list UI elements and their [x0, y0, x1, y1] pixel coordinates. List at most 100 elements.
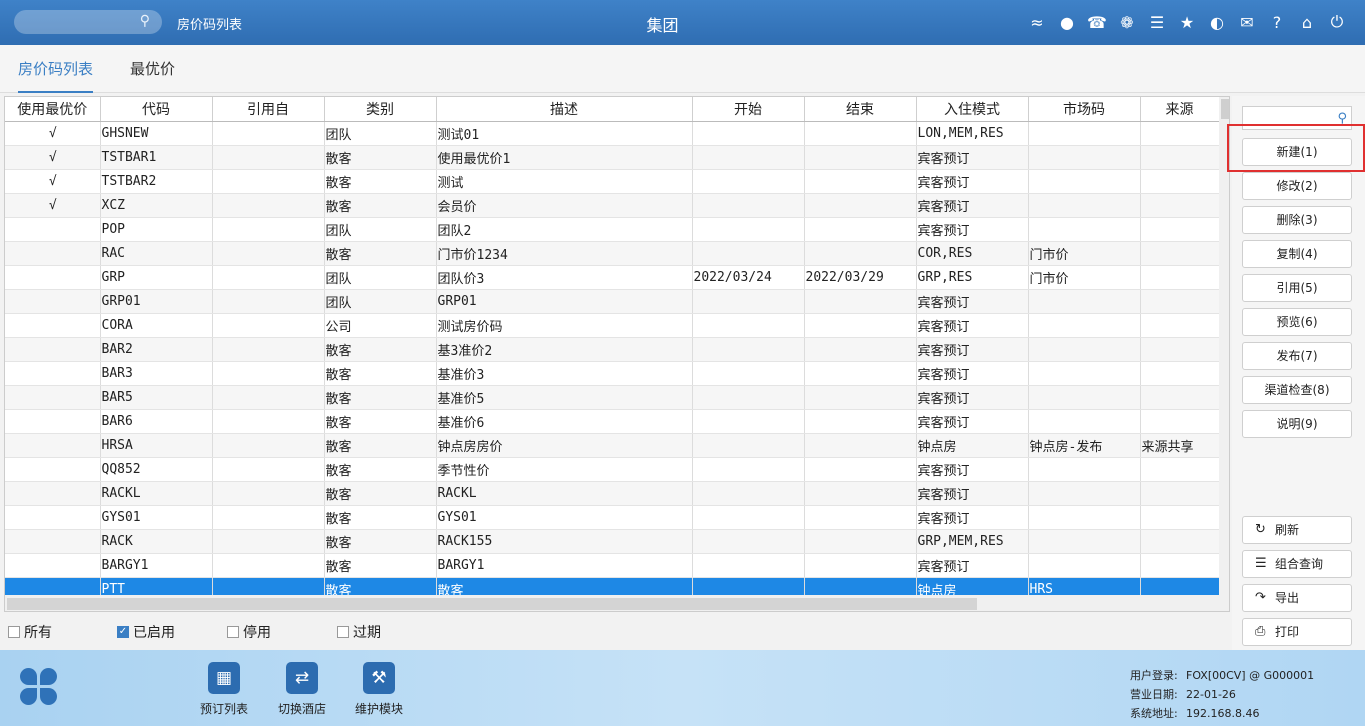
column-header[interactable]: 类别 — [324, 97, 437, 122]
table-row[interactable]: RAC 散客 门市价1234 COR,RES 门市价 — [5, 241, 1220, 266]
table-cell — [5, 529, 101, 554]
table-row[interactable]: GRP 团队 团队价3 2022/03/24 2022/03/29 GRP,RES 门市价 — [5, 265, 1220, 290]
table-cell — [1028, 337, 1141, 362]
column-header[interactable]: 代码 — [100, 97, 213, 122]
column-header[interactable]: 开始 — [692, 97, 805, 122]
phone-icon[interactable]: ☎ — [1087, 11, 1107, 33]
horizontal-scroll-thumb[interactable] — [7, 598, 977, 610]
table-cell — [804, 409, 917, 434]
power-icon[interactable]: ⏻ — [1327, 11, 1347, 33]
tab-rate-code-list[interactable]: 房价码列表 — [18, 45, 94, 93]
table-cell — [212, 409, 325, 434]
table-cell: 散客 — [324, 481, 437, 506]
table-cell: 基准价5 — [436, 385, 693, 410]
table-row[interactable]: HRSA 散客 钟点房房价 钟点房 钟点房-发布 来源共享 — [5, 433, 1220, 458]
chat-icon[interactable]: ● — [1057, 11, 1077, 33]
table-row[interactable]: √ TSTBAR1 散客 使用最优价1 宾客预订 — [5, 145, 1220, 170]
table-cell — [804, 553, 917, 578]
refresh-button[interactable]: ↻ 刷新 — [1242, 516, 1352, 544]
table-cell: RACKL — [100, 481, 213, 506]
publish-button[interactable]: 发布(7) — [1242, 342, 1352, 370]
table-cell: 宾客预订 — [916, 313, 1029, 338]
table-cell: GRP01 — [436, 289, 693, 314]
checkbox[interactable] — [227, 626, 239, 638]
table-cell: BAR5 — [100, 385, 213, 410]
checkbox[interactable] — [8, 626, 20, 638]
table-cell: 宾客预订 — [916, 481, 1029, 506]
table-cell — [212, 385, 325, 410]
reference-button[interactable]: 引用(5) — [1242, 274, 1352, 302]
table-cell: 会员价 — [436, 193, 693, 218]
table-cell: 宾客预订 — [916, 409, 1029, 434]
table-row[interactable]: √ GHSNEW 团队 测试01 LON,MEM,RES — [5, 121, 1220, 146]
column-header[interactable]: 描述 — [436, 97, 693, 122]
home-icon[interactable]: ⌂ — [1297, 11, 1317, 33]
combined-query-button[interactable]: ☰ 组合查询 — [1242, 550, 1352, 578]
explain-button[interactable]: 说明(9) — [1242, 410, 1352, 438]
table-cell: RACK155 — [436, 529, 693, 554]
table-cell: TSTBAR2 — [100, 169, 213, 194]
channel-check-button[interactable]: 渠道检查(8) — [1242, 376, 1352, 404]
table-row[interactable]: √ TSTBAR2 散客 测试 宾客预订 — [5, 169, 1220, 194]
table-cell — [212, 481, 325, 506]
table-cell: 基3准价2 — [436, 337, 693, 362]
table-row[interactable]: √ XCZ 散客 会员价 宾客预订 — [5, 193, 1220, 218]
column-header[interactable]: 来源 — [1140, 97, 1220, 122]
delete-button[interactable]: 删除(3) — [1242, 206, 1352, 234]
wifi-icon[interactable]: ≈ — [1027, 11, 1047, 33]
filter-expired[interactable]: 过期 — [337, 622, 381, 642]
action-panel: ⚲ 新建(1) 修改(2) 删除(3) 复制(4) 引用(5) 预览(6) 发布… — [1232, 96, 1365, 650]
menu-icon[interactable]: ☰ — [1147, 11, 1167, 33]
table-row[interactable]: GRP01 团队 GRP01 宾客预订 — [5, 289, 1220, 314]
table-row[interactable]: BAR6 散客 基准价6 宾客预订 — [5, 409, 1220, 434]
export-button[interactable]: ↷ 导出 — [1242, 584, 1352, 612]
column-header[interactable]: 结束 — [804, 97, 917, 122]
table-cell: 2022/03/29 — [804, 265, 917, 290]
table-cell — [692, 145, 805, 170]
module-maintenance[interactable]: ⚒ 维护模块 — [347, 662, 411, 717]
contrast-icon[interactable]: ◐ — [1207, 11, 1227, 33]
tab-best-price[interactable]: 最优价 — [130, 45, 175, 93]
filter-all[interactable]: 所有 — [8, 622, 52, 642]
table-row[interactable]: BAR3 散客 基准价3 宾客预订 — [5, 361, 1220, 386]
table-row[interactable]: RACKL 散客 RACKL 宾客预订 — [5, 481, 1220, 506]
table-row[interactable]: CORA 公司 测试房价码 宾客预订 — [5, 313, 1220, 338]
table-cell: 散客 — [324, 241, 437, 266]
table-row[interactable]: BARGY1 散客 BARGY1 宾客预订 — [5, 553, 1220, 578]
vertical-scroll-thumb[interactable] — [1221, 99, 1229, 119]
top-bar: ⚲ 房价码列表 集团 ≈ ● ☎ ❁ ☰ ★ ◐ ✉ ? ⌂ ⏻ — [0, 0, 1365, 45]
table-cell: 团队 — [324, 289, 437, 314]
table-row[interactable]: POP 团队 团队2 宾客预订 — [5, 217, 1220, 242]
filter-enabled[interactable]: ✓ 已启用 — [117, 622, 175, 642]
palette-icon[interactable]: ❁ — [1117, 11, 1137, 33]
horizontal-scrollbar[interactable] — [5, 595, 1229, 611]
edit-button[interactable]: 修改(2) — [1242, 172, 1352, 200]
column-header[interactable]: 市场码 — [1028, 97, 1141, 122]
column-header[interactable]: 引用自 — [212, 97, 325, 122]
table-cell: 散客 — [324, 409, 437, 434]
table-cell: 团队2 — [436, 217, 693, 242]
module-switch-hotel[interactable]: ⇄ 切换酒店 — [270, 662, 334, 717]
star-icon[interactable]: ★ — [1177, 11, 1197, 33]
checkbox[interactable] — [337, 626, 349, 638]
mail-icon[interactable]: ✉ — [1237, 11, 1257, 33]
table-row[interactable]: GYS01 散客 GYS01 宾客预订 — [5, 505, 1220, 530]
table-row[interactable]: BAR5 散客 基准价5 宾客预订 — [5, 385, 1220, 410]
checkbox-checked[interactable]: ✓ — [117, 626, 129, 638]
table-row[interactable]: RACK 散客 RACK155 GRP,MEM,RES — [5, 529, 1220, 554]
table-row[interactable]: QQ852 散客 季节性价 宾客预订 — [5, 457, 1220, 482]
table-row[interactable]: BAR2 散客 基3准价2 宾客预订 — [5, 337, 1220, 362]
table-cell — [212, 553, 325, 578]
filter-disabled[interactable]: 停用 — [227, 622, 271, 642]
table-cell: BAR3 — [100, 361, 213, 386]
help-icon[interactable]: ? — [1267, 11, 1287, 33]
table-cell — [1028, 145, 1141, 170]
copy-button[interactable]: 复制(4) — [1242, 240, 1352, 268]
column-header[interactable]: 入住模式 — [916, 97, 1029, 122]
preview-button[interactable]: 预览(6) — [1242, 308, 1352, 336]
column-header[interactable]: 使用最优价 — [5, 97, 101, 122]
table-cell — [1140, 361, 1220, 386]
module-booking-list[interactable]: ▦ 预订列表 — [192, 662, 256, 717]
module-label: 维护模块 — [354, 702, 403, 716]
print-button[interactable]: ⎙ 打印 — [1242, 618, 1352, 646]
